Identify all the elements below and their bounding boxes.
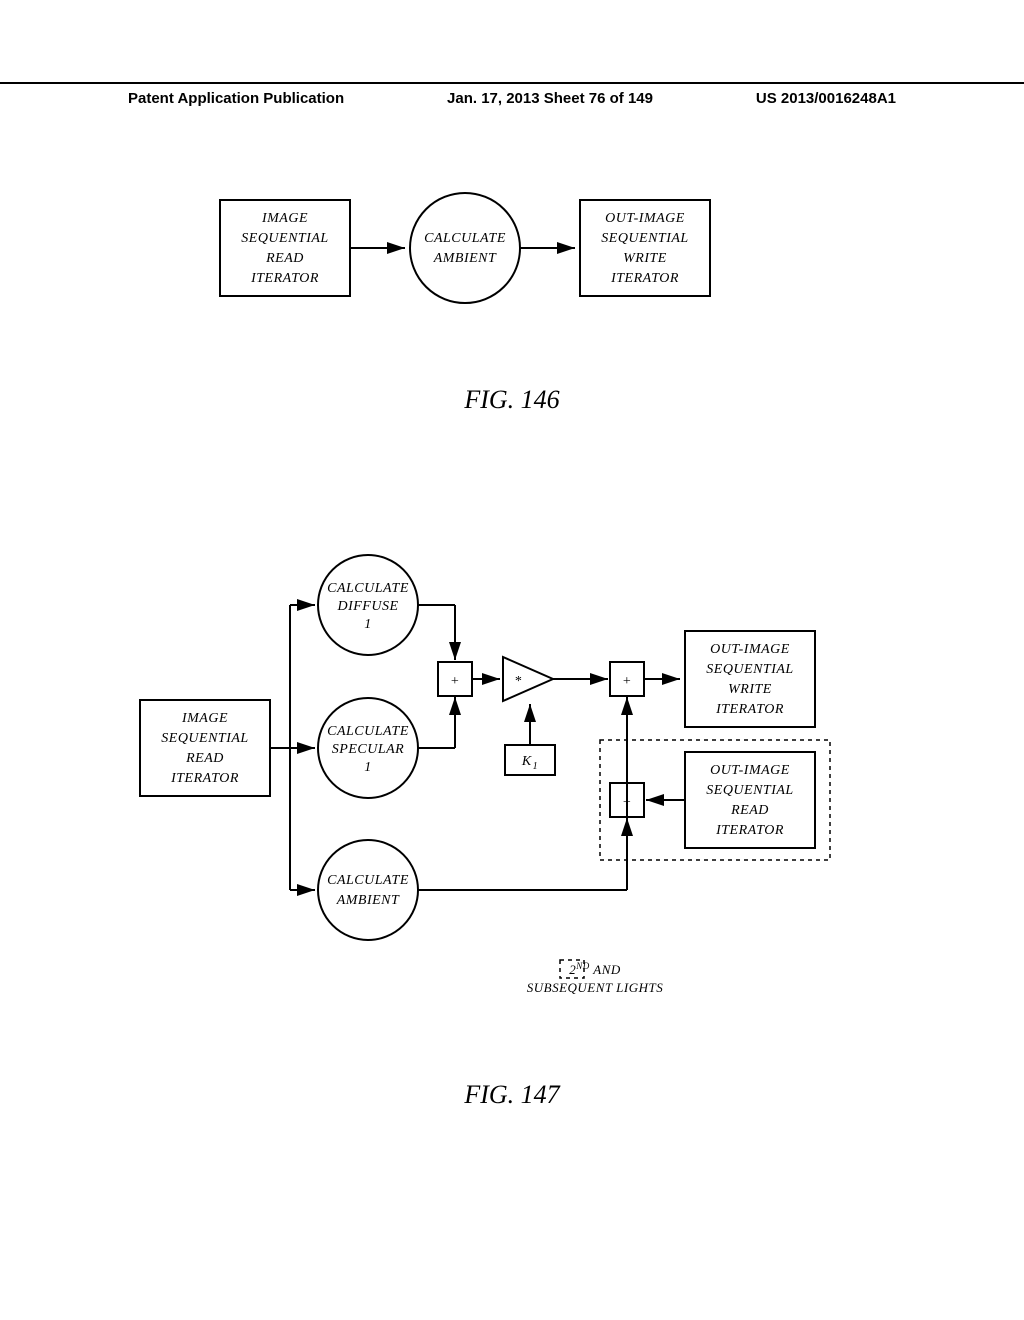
fig147-spec-l2: SPECULAR bbox=[332, 742, 404, 757]
fig-146-diagram: IMAGE SEQUENTIAL READ ITERATOR CALCULATE… bbox=[210, 190, 790, 350]
fig146-write-l2: SEQUENTIAL bbox=[601, 231, 688, 246]
fig147-write-l2: SEQUENTIAL bbox=[706, 662, 793, 677]
fig147-readout-l3: READ bbox=[730, 803, 769, 818]
fig147-legend-l1: 2ND AND bbox=[569, 961, 621, 977]
fig-146-label: FIG. 146 bbox=[412, 385, 612, 415]
header-center: Jan. 17, 2013 Sheet 76 of 149 bbox=[447, 90, 653, 107]
fig-147-diagram: IMAGE SEQUENTIAL READ ITERATOR CALCULATE… bbox=[130, 530, 880, 1030]
fig146-calc-l2: AMBIENT bbox=[433, 251, 497, 266]
fig147-write-l3: WRITE bbox=[728, 682, 772, 697]
fig147-readout-l1: OUT-IMAGE bbox=[710, 763, 790, 778]
page-header: Patent Application Publication Jan. 17, … bbox=[0, 82, 1024, 107]
fig147-plus3: + bbox=[622, 795, 632, 810]
fig147-read-l4: ITERATOR bbox=[170, 771, 239, 786]
header-right: US 2013/0016248A1 bbox=[756, 90, 896, 107]
fig147-write-l4: ITERATOR bbox=[715, 702, 784, 717]
fig147-write-l1: OUT-IMAGE bbox=[710, 642, 790, 657]
fig147-read-l2: SEQUENTIAL bbox=[161, 731, 248, 746]
fig146-read-l1: IMAGE bbox=[261, 211, 308, 226]
fig147-spec-l3: 1 bbox=[364, 760, 372, 775]
fig147-read-l1: IMAGE bbox=[181, 711, 228, 726]
fig147-readout-l2: SEQUENTIAL bbox=[706, 783, 793, 798]
fig146-read-l4: ITERATOR bbox=[250, 271, 319, 286]
fig147-k1: K1 bbox=[521, 754, 538, 772]
fig147-plus2: + bbox=[622, 674, 632, 689]
fig146-write-l3: WRITE bbox=[623, 251, 667, 266]
fig147-diffuse-l1: CALCULATE bbox=[327, 581, 409, 596]
page-container: Patent Application Publication Jan. 17, … bbox=[0, 0, 1024, 1320]
fig147-readout-l4: ITERATOR bbox=[715, 823, 784, 838]
fig147-mult: * bbox=[514, 674, 522, 689]
fig147-diffuse-l2: DIFFUSE bbox=[336, 599, 398, 614]
fig-147-label: FIG. 147 bbox=[412, 1080, 612, 1110]
fig147-spec-l1: CALCULATE bbox=[327, 724, 409, 739]
fig146-read-l3: READ bbox=[265, 251, 304, 266]
fig147-diffuse-l3: 1 bbox=[364, 617, 372, 632]
fig147-legend-l2: SUBSEQUENT LIGHTS bbox=[527, 980, 663, 995]
fig147-plus1: + bbox=[450, 674, 460, 689]
fig147-read-l3: READ bbox=[185, 751, 224, 766]
fig146-write-l4: ITERATOR bbox=[610, 271, 679, 286]
fig147-amb-l1: CALCULATE bbox=[327, 873, 409, 888]
fig146-calc-l1: CALCULATE bbox=[424, 231, 506, 246]
fig146-read-l2: SEQUENTIAL bbox=[241, 231, 328, 246]
fig147-amb-l2: AMBIENT bbox=[336, 893, 400, 908]
header-left: Patent Application Publication bbox=[128, 90, 344, 107]
fig146-write-l1: OUT-IMAGE bbox=[605, 211, 685, 226]
